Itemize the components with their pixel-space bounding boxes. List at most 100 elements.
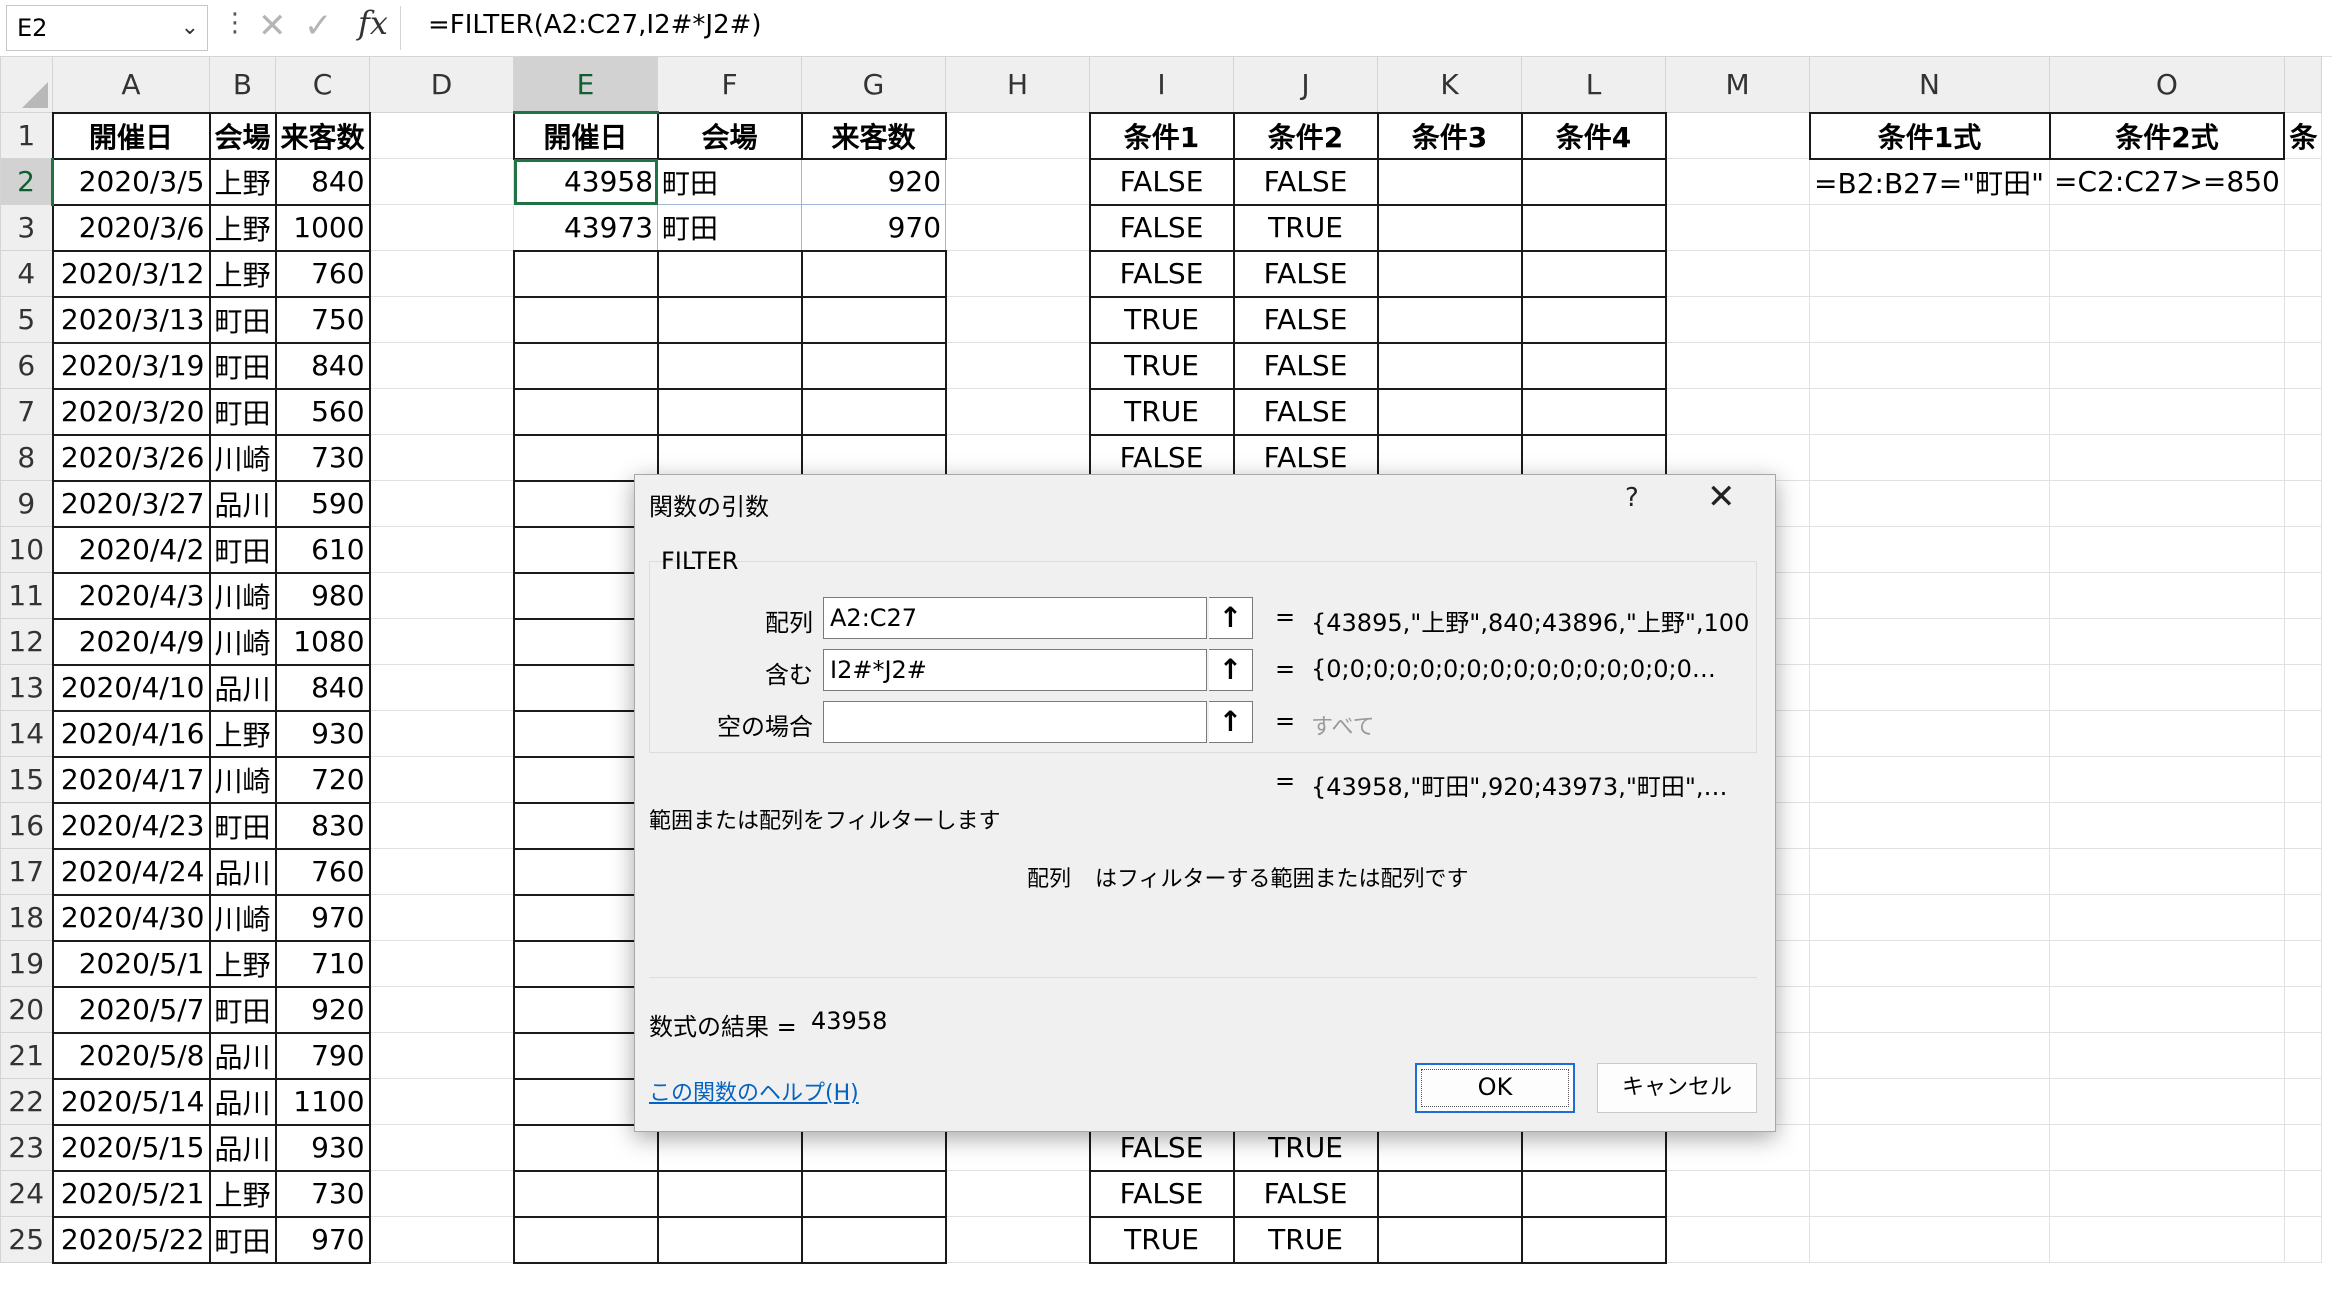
cell-o16[interactable]	[2049, 802, 2285, 849]
cell-g6[interactable]	[800, 341, 947, 390]
cell-a3[interactable]: 2020/3/6	[51, 203, 211, 252]
cell-o14[interactable]	[2049, 710, 2285, 757]
cell-p25[interactable]	[2283, 1216, 2323, 1263]
cell-p11[interactable]	[2283, 572, 2323, 619]
cell-o3[interactable]	[2049, 204, 2285, 251]
column-header[interactable]	[2283, 56, 2323, 113]
cell-d5[interactable]	[369, 296, 515, 343]
cell-o15[interactable]	[2049, 756, 2285, 803]
cell-m7[interactable]	[1665, 388, 1811, 435]
cell-d11[interactable]	[369, 572, 515, 619]
cell-h24[interactable]	[945, 1170, 1091, 1217]
cell-e3[interactable]: 43973	[513, 204, 659, 251]
cell-h25[interactable]	[945, 1216, 1091, 1263]
cell-p13[interactable]	[2283, 664, 2323, 711]
column-header[interactable]: F	[657, 56, 803, 113]
cell-g2[interactable]: 920	[801, 158, 947, 205]
cell-p20[interactable]	[2283, 986, 2323, 1033]
cell-p6[interactable]	[2283, 342, 2323, 389]
cell-b13[interactable]: 品川	[208, 663, 277, 712]
cell-n24[interactable]	[1809, 1170, 2051, 1217]
cell-l7[interactable]	[1520, 387, 1667, 436]
formula-input[interactable]: =FILTER(A2:C27,I2#*J2#)	[428, 10, 762, 40]
cell-j3[interactable]: TRUE	[1232, 203, 1379, 252]
row-header[interactable]: 8	[0, 434, 53, 481]
cell-c15[interactable]: 720	[274, 755, 371, 804]
cell-k1[interactable]: 条件3	[1376, 111, 1523, 160]
cell-k6[interactable]	[1376, 341, 1523, 390]
column-header[interactable]: E	[513, 56, 659, 114]
row-header[interactable]: 13	[0, 664, 53, 711]
column-header[interactable]: M	[1665, 56, 1811, 113]
cell-o18[interactable]	[2049, 894, 2285, 941]
cell-b8[interactable]: 川崎	[208, 433, 277, 482]
cell-n12[interactable]	[1809, 618, 2051, 665]
cell-p2[interactable]	[2283, 158, 2323, 205]
cell-p21[interactable]	[2283, 1032, 2323, 1079]
cell-p9[interactable]	[2283, 480, 2323, 527]
cell-a20[interactable]: 2020/5/7	[51, 985, 211, 1034]
cell-m25[interactable]	[1665, 1216, 1811, 1263]
cell-o2[interactable]: =C2:C27>=850	[2049, 158, 2285, 205]
cell-m2[interactable]	[1665, 158, 1811, 205]
help-button[interactable]: ?	[1625, 483, 1639, 513]
column-header[interactable]: G	[801, 56, 947, 113]
row-header[interactable]: 23	[0, 1124, 53, 1171]
cell-b3[interactable]: 上野	[208, 203, 277, 252]
cell-n11[interactable]	[1809, 572, 2051, 619]
cell-j4[interactable]: FALSE	[1232, 249, 1379, 298]
cell-b18[interactable]: 川崎	[208, 893, 277, 942]
cell-p10[interactable]	[2283, 526, 2323, 573]
column-header[interactable]: O	[2049, 56, 2285, 113]
cell-b9[interactable]: 品川	[208, 479, 277, 528]
cell-c10[interactable]: 610	[274, 525, 371, 574]
cell-d21[interactable]	[369, 1032, 515, 1079]
cell-b10[interactable]: 町田	[208, 525, 277, 574]
cell-n14[interactable]	[1809, 710, 2051, 757]
cell-d19[interactable]	[369, 940, 515, 987]
row-header[interactable]: 2	[0, 158, 54, 205]
cell-h3[interactable]	[945, 204, 1091, 251]
cell-a21[interactable]: 2020/5/8	[51, 1031, 211, 1080]
cell-a22[interactable]: 2020/5/14	[51, 1077, 211, 1126]
row-header[interactable]: 18	[0, 894, 53, 941]
cell-e7[interactable]	[512, 387, 659, 436]
cell-c8[interactable]: 730	[274, 433, 371, 482]
cell-g3[interactable]: 970	[801, 204, 947, 251]
cell-a8[interactable]: 2020/3/26	[51, 433, 211, 482]
cell-a5[interactable]: 2020/3/13	[51, 295, 211, 344]
cell-c13[interactable]: 840	[274, 663, 371, 712]
cell-k2[interactable]	[1376, 157, 1523, 206]
cell-g7[interactable]	[800, 387, 947, 436]
arg-input-include[interactable]: I2#*J2#	[823, 649, 1207, 691]
row-header[interactable]: 17	[0, 848, 53, 895]
cell-o8[interactable]	[2049, 434, 2285, 481]
cell-c3[interactable]: 1000	[274, 203, 371, 252]
cell-p22[interactable]	[2283, 1078, 2323, 1125]
cell-n19[interactable]	[1809, 940, 2051, 987]
cell-b20[interactable]: 町田	[208, 985, 277, 1034]
row-header[interactable]: 16	[0, 802, 53, 849]
cell-o22[interactable]	[2049, 1078, 2285, 1125]
cell-f7[interactable]	[656, 387, 803, 436]
cell-d25[interactable]	[369, 1216, 515, 1263]
cell-d15[interactable]	[369, 756, 515, 803]
cell-n1[interactable]: 条件1式	[1808, 111, 2051, 160]
cell-j5[interactable]: FALSE	[1232, 295, 1379, 344]
cell-o13[interactable]	[2049, 664, 2285, 711]
row-header[interactable]: 14	[0, 710, 53, 757]
cell-c7[interactable]: 560	[274, 387, 371, 436]
cell-i6[interactable]: TRUE	[1088, 341, 1235, 390]
cell-n13[interactable]	[1809, 664, 2051, 711]
cell-c17[interactable]: 760	[274, 847, 371, 896]
cell-o12[interactable]	[2049, 618, 2285, 665]
cell-b4[interactable]: 上野	[208, 249, 277, 298]
cell-k5[interactable]	[1376, 295, 1523, 344]
row-header[interactable]: 9	[0, 480, 53, 527]
cell-b6[interactable]: 町田	[208, 341, 277, 390]
cell-c24[interactable]: 730	[274, 1169, 371, 1218]
cell-i25[interactable]: TRUE	[1088, 1215, 1235, 1264]
cell-c12[interactable]: 1080	[274, 617, 371, 666]
cell-m1[interactable]	[1665, 112, 1811, 159]
cell-d22[interactable]	[369, 1078, 515, 1125]
